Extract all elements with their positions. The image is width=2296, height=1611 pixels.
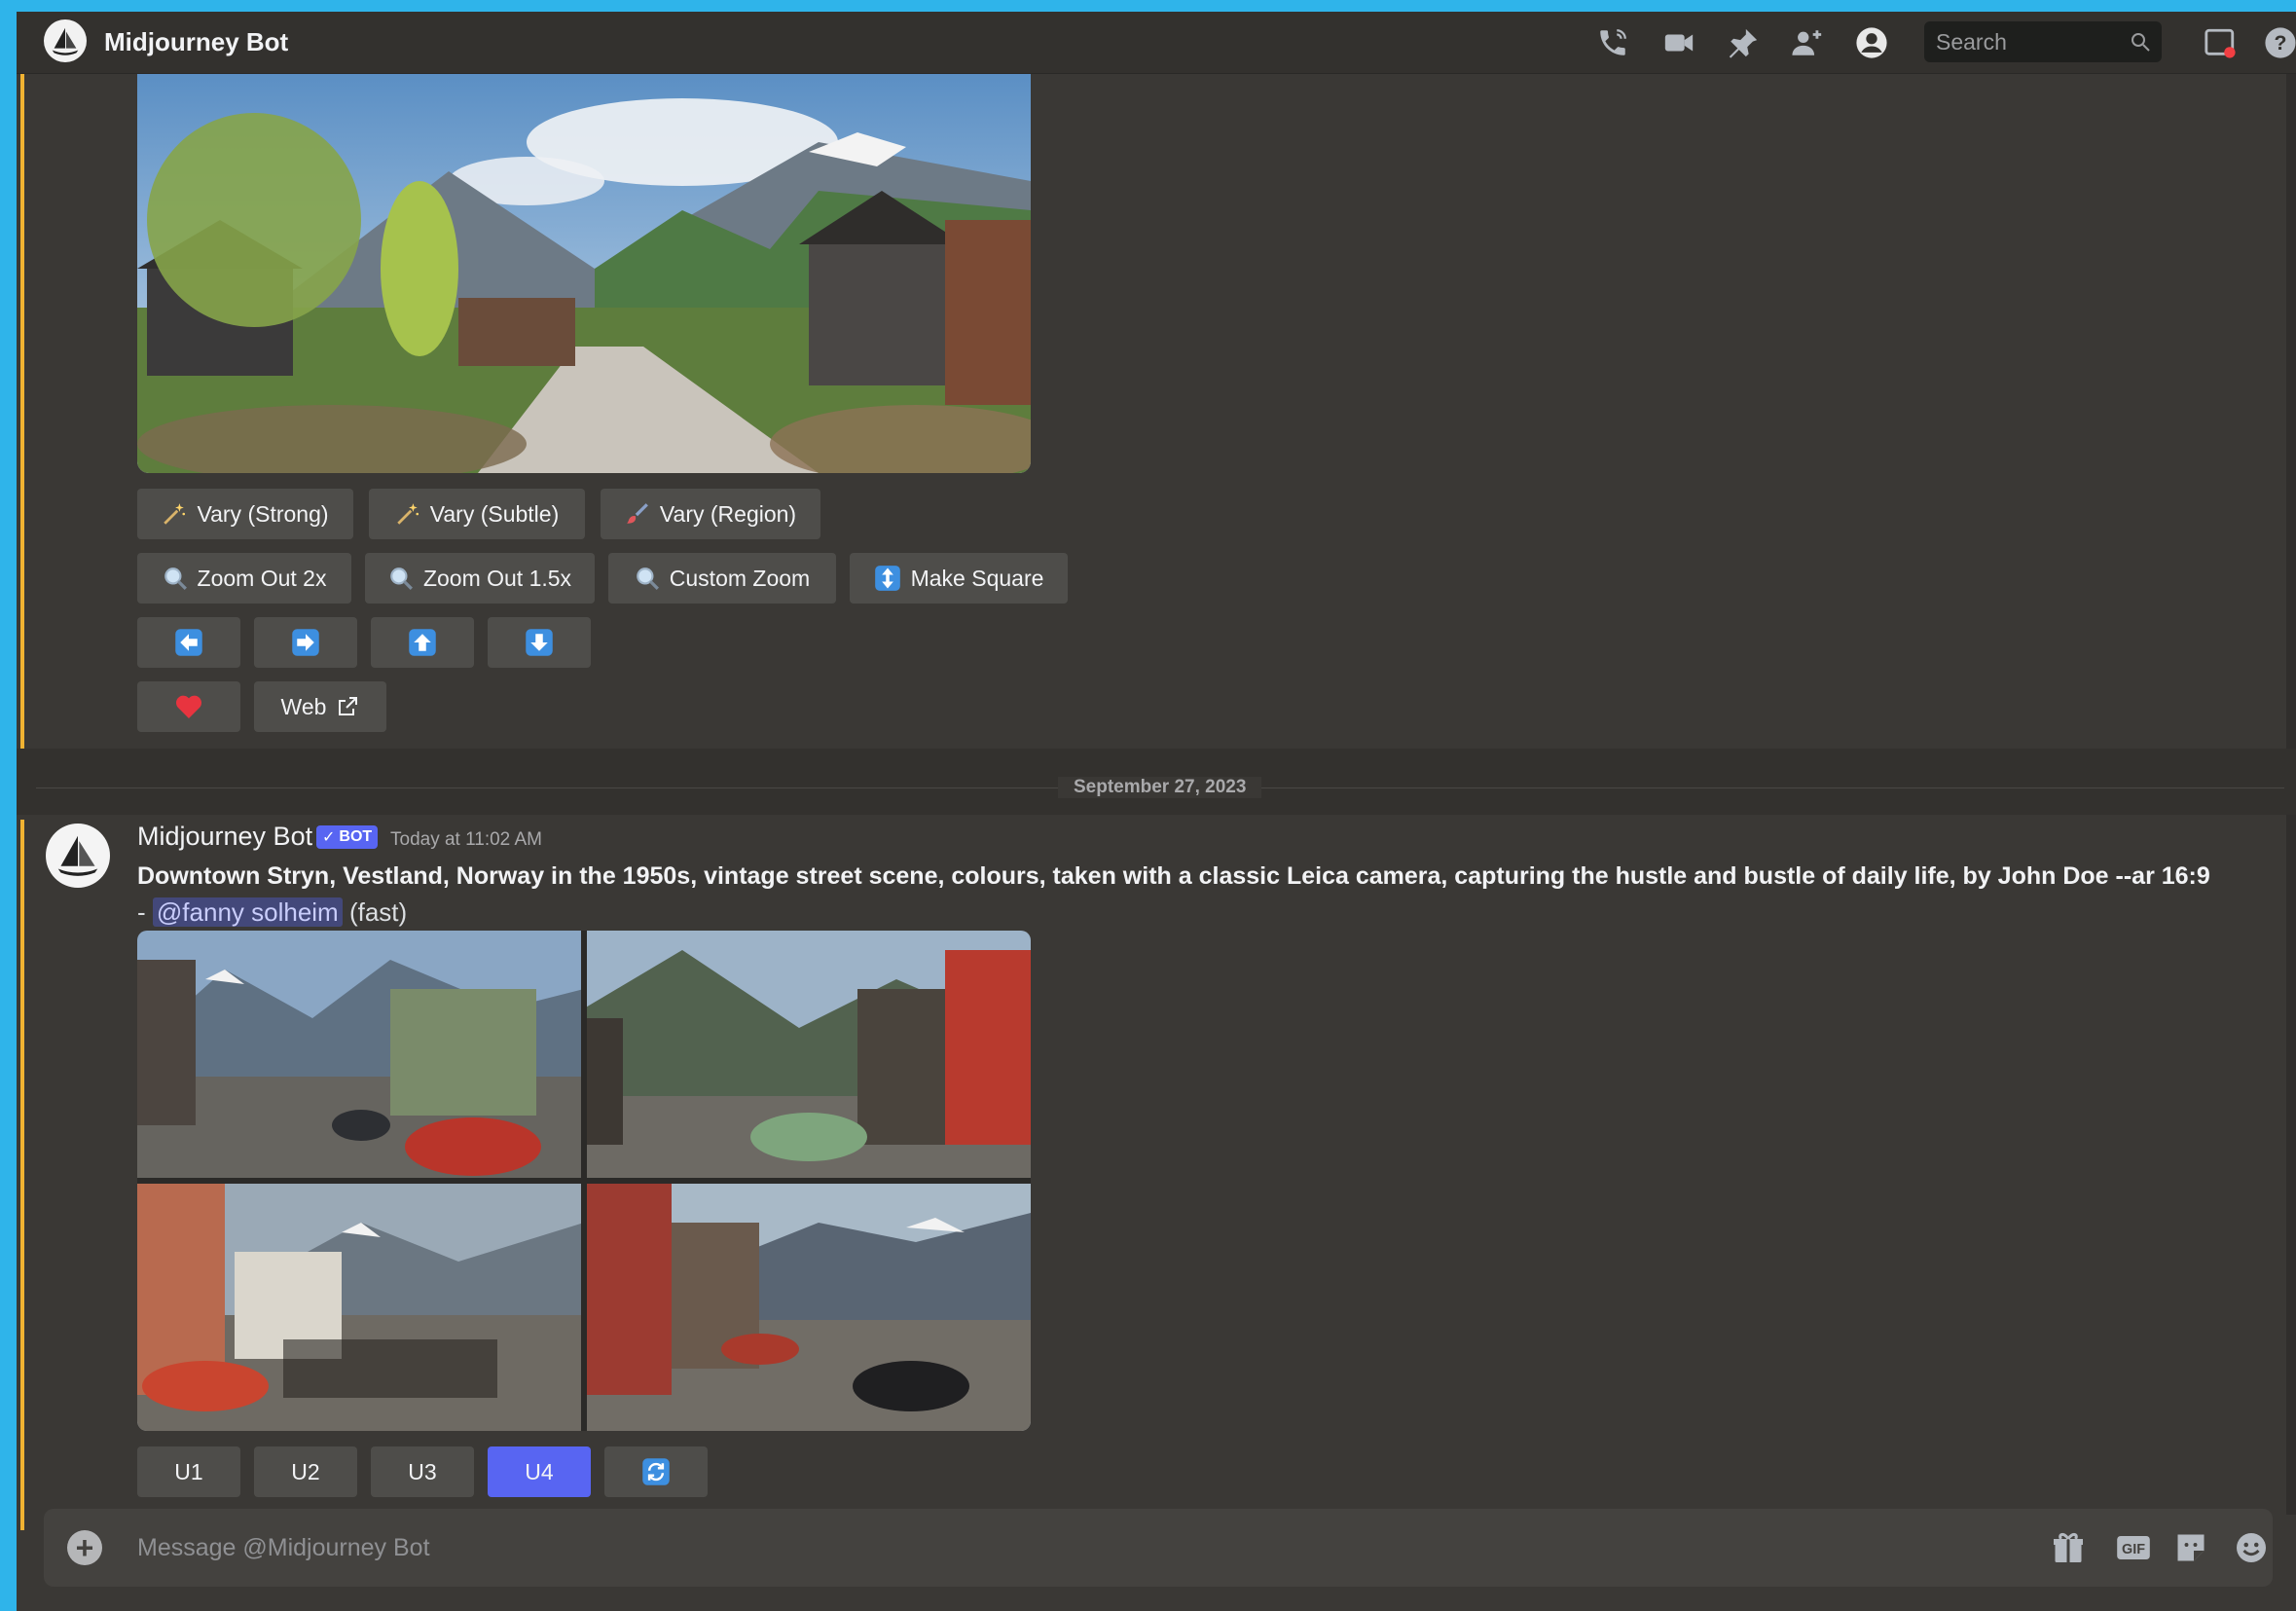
zoom-out-1-5x-button[interactable]: Zoom Out 1.5x	[365, 553, 595, 604]
gift-icon[interactable]	[2049, 1528, 2088, 1567]
user-mention[interactable]: @fanny solheim	[152, 897, 343, 927]
vary-subtle-label: Vary (Subtle)	[429, 500, 560, 527]
street-scene-grid-image	[137, 931, 1031, 1431]
reroll-icon	[641, 1457, 671, 1486]
custom-zoom-button[interactable]: Custom Zoom	[608, 553, 836, 604]
pan-down-button[interactable]	[488, 617, 591, 668]
pan-left-button[interactable]	[137, 617, 240, 668]
add-friends-icon[interactable]	[1788, 23, 1827, 62]
pan-right-button[interactable]	[254, 617, 357, 668]
verified-check-icon: ✓	[322, 829, 336, 846]
vary-region-label: Vary (Region)	[659, 500, 797, 527]
web-label: Web	[280, 693, 327, 719]
message-composer[interactable]: + Message @Midjourney Bot GIF	[44, 1509, 2273, 1587]
zoom-out-2x-label: Zoom Out 2x	[197, 565, 327, 591]
video-call-icon[interactable]	[1659, 23, 1698, 62]
add-attachment-icon[interactable]: +	[67, 1530, 102, 1565]
magnifier-icon	[388, 566, 414, 591]
gif-icon[interactable]: GIF	[2111, 1528, 2156, 1567]
discord-window: Midjourney Bot Search ? Vary (Strong) Va…	[17, 12, 2296, 1611]
dash: -	[137, 897, 146, 927]
upscale-2-label: U2	[291, 1458, 320, 1484]
sticker-icon[interactable]	[2171, 1528, 2210, 1567]
channel-title: Midjourney Bot	[104, 27, 289, 56]
upscaled-image[interactable]	[137, 74, 1031, 473]
vary-strong-button[interactable]: Vary (Strong)	[137, 489, 353, 539]
inbox-icon[interactable]	[2201, 23, 2240, 62]
make-square-label: Make Square	[910, 565, 1044, 591]
upscale-3-button[interactable]: U3	[371, 1446, 474, 1497]
magic-wand-icon	[162, 501, 187, 527]
magnifier-icon	[635, 566, 660, 591]
favorite-button[interactable]	[137, 681, 240, 732]
emoji-icon[interactable]	[2232, 1528, 2271, 1567]
upscale-1-button[interactable]: U1	[137, 1446, 240, 1497]
date-separator: September 27, 2023	[1058, 777, 1262, 798]
heart-icon	[173, 691, 204, 722]
image-grid[interactable]	[137, 931, 1031, 1431]
channel-header: Midjourney Bot Search ?	[17, 12, 2296, 74]
magnifier-icon	[163, 566, 188, 591]
custom-zoom-label: Custom Zoom	[669, 565, 811, 591]
bot-badge-label: BOT	[339, 828, 373, 845]
arrow-right-icon	[291, 628, 320, 657]
search-placeholder: Search	[1936, 28, 2007, 55]
message-timestamp: Today at 11:02 AM	[390, 829, 542, 850]
vary-subtle-button[interactable]: Vary (Subtle)	[369, 489, 585, 539]
pinned-messages-icon[interactable]	[1724, 23, 1763, 62]
arrow-left-icon	[174, 628, 203, 657]
sailboat-logo-icon	[57, 835, 98, 876]
user-profile-icon[interactable]	[1852, 23, 1891, 62]
vary-strong-label: Vary (Strong)	[197, 500, 329, 527]
up-down-arrow-icon	[874, 565, 901, 592]
vary-region-button[interactable]: Vary (Region)	[601, 489, 820, 539]
web-link-button[interactable]: Web	[254, 681, 386, 732]
upscale-3-label: U3	[408, 1458, 437, 1484]
magic-wand-icon	[395, 501, 420, 527]
arrow-down-icon	[525, 628, 554, 657]
message-highlight-bar	[20, 74, 24, 755]
voice-call-icon[interactable]	[1593, 23, 1632, 62]
message-highlight-bar	[20, 820, 24, 1530]
make-square-button[interactable]: Make Square	[850, 553, 1068, 604]
help-icon[interactable]: ?	[2261, 23, 2296, 62]
svg-text:?: ?	[2275, 31, 2287, 55]
gif-label: GIF	[2122, 1542, 2145, 1557]
search-input[interactable]: Search	[1924, 21, 2162, 62]
upscale-2-button[interactable]: U2	[254, 1446, 357, 1497]
author-avatar[interactable]	[46, 824, 110, 888]
message-prompt: Downtown Stryn, Vestland, Norway in the …	[137, 862, 2210, 890]
village-landscape-image	[137, 74, 1031, 473]
message-input[interactable]: Message @Midjourney Bot	[137, 1534, 430, 1562]
external-link-icon	[336, 695, 359, 718]
author-name[interactable]: Midjourney Bot	[137, 822, 312, 852]
bot-avatar[interactable]	[44, 19, 87, 62]
message-meta-line: - @fanny solheim (fast)	[137, 897, 407, 928]
generation-speed: (fast)	[348, 897, 408, 927]
arrow-up-icon	[408, 628, 437, 657]
upscale-1-label: U1	[174, 1458, 203, 1484]
paintbrush-icon	[625, 501, 650, 527]
sailboat-logo-icon	[52, 27, 79, 55]
upscale-4-label: U4	[525, 1458, 554, 1484]
upscale-4-button[interactable]: U4	[488, 1446, 591, 1497]
pan-up-button[interactable]	[371, 617, 474, 668]
reroll-button[interactable]	[604, 1446, 708, 1497]
zoom-out-2x-button[interactable]: Zoom Out 2x	[137, 553, 351, 604]
bot-badge: ✓ BOT	[316, 825, 379, 849]
zoom-out-1-5x-label: Zoom Out 1.5x	[422, 565, 572, 591]
search-icon	[2129, 30, 2152, 59]
